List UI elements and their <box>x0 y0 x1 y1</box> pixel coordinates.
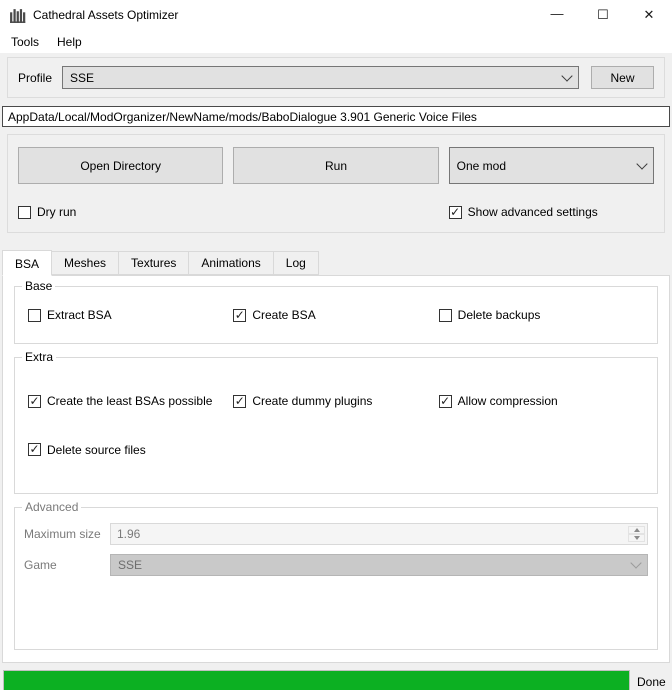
progress-status-label: Done <box>637 674 666 689</box>
maximize-button[interactable]: ☐ <box>580 0 626 30</box>
base-group-title: Base <box>22 279 56 293</box>
least-bsas-checkbox[interactable]: ✓ Create the least BSAs possible <box>28 394 233 408</box>
dry-run-checkbox[interactable]: Dry run <box>18 205 223 219</box>
delete-backups-checkbox[interactable]: Delete backups <box>438 308 644 322</box>
allow-compression-label: Allow compression <box>457 394 558 408</box>
mode-select[interactable]: One mod <box>448 147 654 184</box>
tab-meshes[interactable]: Meshes <box>51 251 120 275</box>
checkbox-box <box>18 205 31 219</box>
show-advanced-settings-checkbox[interactable]: ✓ Show advanced settings <box>448 204 654 219</box>
extra-row-1: ✓ Create the least BSAs possible ✓ Creat… <box>28 394 644 408</box>
extract-bsa-label: Extract BSA <box>47 308 112 322</box>
checkbox-box <box>28 308 41 322</box>
base-group: Base Extract BSA ✓ Create BSA Delete bac… <box>14 279 658 344</box>
checkbox-box: ✓ <box>448 204 462 219</box>
new-profile-button[interactable]: New <box>591 66 654 89</box>
actions-group: Open Directory Run One mod Dry run ✓ Sho… <box>7 134 665 233</box>
checkbox-box: ✓ <box>28 393 41 408</box>
spinner-up-button <box>628 526 645 534</box>
game-row: Game SSE <box>24 554 648 576</box>
open-directory-label: Open Directory <box>80 158 162 173</box>
delete-backups-label: Delete backups <box>457 308 541 322</box>
profile-group: Profile SSE New <box>7 57 665 98</box>
checkbox-box: ✓ <box>28 442 41 456</box>
profile-selected-value: SSE <box>70 70 95 85</box>
maximize-icon: ☐ <box>597 7 609 22</box>
bsa-tab-pane: Base Extract BSA ✓ Create BSA Delete bac… <box>2 275 670 663</box>
create-bsa-label: Create BSA <box>252 308 316 322</box>
game-select: SSE <box>110 554 648 576</box>
profile-label: Profile <box>18 70 53 85</box>
dummy-plugins-label: Create dummy plugins <box>252 394 373 408</box>
spinner-down-button <box>628 534 645 542</box>
profile-select[interactable]: SSE <box>62 66 579 89</box>
minimize-icon: — <box>550 5 564 21</box>
options-row: Dry run ✓ Show advanced settings <box>18 205 654 219</box>
checkbox-box: ✓ <box>233 307 247 322</box>
allow-compression-checkbox[interactable]: ✓ Allow compression <box>438 393 644 408</box>
spinner-down-icon <box>633 536 640 540</box>
game-label: Game <box>24 558 57 572</box>
run-label: Run <box>324 158 347 173</box>
game-selected-value: SSE <box>118 558 143 572</box>
maximum-size-value: 1.96 <box>117 527 141 541</box>
advanced-group: Advanced Maximum size 1.96 Game SSE <box>14 500 658 650</box>
checkbox-box: ✓ <box>233 393 247 408</box>
advanced-group-title: Advanced <box>22 500 82 514</box>
extra-group: Extra ✓ Create the least BSAs possible ✓… <box>14 350 658 494</box>
maximum-size-spinner: 1.96 <box>110 523 648 545</box>
spinner-up-icon <box>633 528 640 532</box>
path-row <box>2 106 670 127</box>
window-title: Cathedral Assets Optimizer <box>33 8 179 22</box>
open-directory-button[interactable]: Open Directory <box>18 147 224 184</box>
action-buttons-row: Open Directory Run One mod <box>18 147 654 184</box>
minimize-button[interactable]: — <box>534 0 580 30</box>
progress-bar <box>3 670 630 690</box>
app-icon <box>10 8 26 23</box>
tab-bsa[interactable]: BSA <box>2 250 53 276</box>
tab-animations[interactable]: Animations <box>188 251 274 275</box>
progress-bar-fill <box>4 671 629 690</box>
chevron-down-icon <box>636 157 648 170</box>
menu-bar: Tools Help <box>0 30 672 53</box>
dry-run-label: Dry run <box>37 205 77 219</box>
spinner-buttons <box>628 526 645 542</box>
menu-tools[interactable]: Tools <box>2 32 48 52</box>
mode-selected-value: One mod <box>456 158 507 173</box>
tab-textures[interactable]: Textures <box>118 251 190 275</box>
menu-help[interactable]: Help <box>48 32 91 52</box>
checkbox-box <box>438 308 452 322</box>
checkbox-box: ✓ <box>438 393 452 408</box>
least-bsas-label: Create the least BSAs possible <box>47 394 213 408</box>
progress-row: Done <box>3 670 669 690</box>
close-icon: ✕ <box>643 7 655 22</box>
mod-path-input[interactable] <box>2 106 670 127</box>
run-button[interactable]: Run <box>233 147 439 184</box>
tab-bar: BSA Meshes Textures Animations Log <box>2 250 672 276</box>
extra-row-2: ✓ Delete source files <box>28 442 644 457</box>
new-profile-button-label: New <box>610 70 635 85</box>
title-bar: Cathedral Assets Optimizer — ☐ ✕ <box>0 0 672 30</box>
delete-source-files-label: Delete source files <box>47 442 146 457</box>
dummy-plugins-checkbox[interactable]: ✓ Create dummy plugins <box>233 394 438 408</box>
close-button[interactable]: ✕ <box>626 0 672 30</box>
maximum-size-row: Maximum size 1.96 <box>24 523 648 545</box>
maximum-size-label: Maximum size <box>24 527 101 541</box>
extract-bsa-checkbox[interactable]: Extract BSA <box>28 308 233 322</box>
extra-group-title: Extra <box>22 350 57 364</box>
create-bsa-checkbox[interactable]: ✓ Create BSA <box>233 308 438 322</box>
show-advanced-settings-label: Show advanced settings <box>467 205 598 219</box>
tab-log[interactable]: Log <box>272 251 319 275</box>
chevron-down-icon <box>561 69 573 82</box>
delete-source-files-checkbox[interactable]: ✓ Delete source files <box>28 443 146 457</box>
caption-buttons: — ☐ ✕ <box>534 0 672 30</box>
chevron-down-icon <box>630 557 642 569</box>
